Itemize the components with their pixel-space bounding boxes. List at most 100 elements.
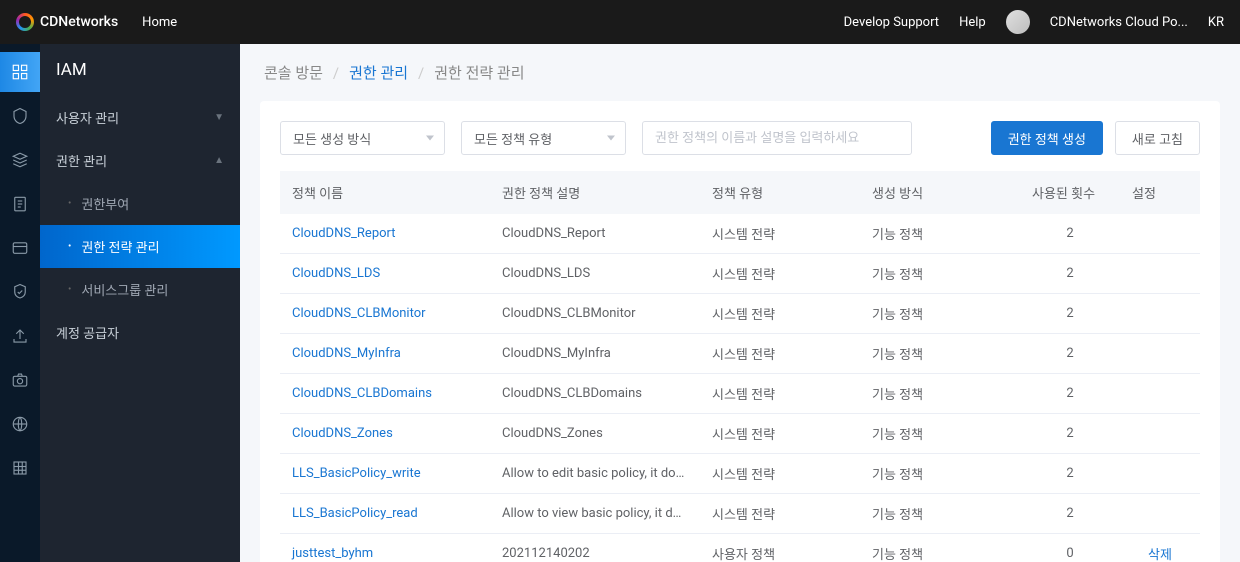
policy-name-link[interactable]: CloudDNS_LDS — [280, 254, 490, 294]
policy-creation: 기능 정책 — [860, 414, 1020, 454]
search-input[interactable] — [642, 121, 912, 155]
top-header: CDNetworks Home Develop Support Help CDN… — [0, 0, 1240, 44]
rail-card-icon[interactable] — [0, 228, 40, 268]
policy-creation: 기능 정책 — [860, 374, 1020, 414]
brand-logo[interactable]: CDNetworks — [16, 13, 118, 31]
creation-filter-value: 모든 생성 방식 — [293, 129, 371, 148]
policy-name-link[interactable]: justtest_byhm — [280, 534, 490, 562]
policy-name-link[interactable]: CloudDNS_Zones — [280, 414, 490, 454]
policy-creation: 기능 정책 — [860, 294, 1020, 334]
policy-name-link[interactable]: CloudDNS_CLBMonitor — [280, 294, 490, 334]
rail-dashboard-icon[interactable] — [0, 52, 40, 92]
user-label[interactable]: CDNetworks Cloud Po... — [1050, 15, 1188, 30]
policy-desc: CloudDNS_MyInfra — [490, 334, 700, 374]
policy-count: 2 — [1020, 494, 1120, 534]
policy-desc: CloudDNS_Report — [490, 214, 700, 254]
policy-action — [1120, 494, 1200, 534]
rail-camera-icon[interactable] — [0, 360, 40, 400]
policy-desc: Allow to edit basic policy, it doesn'... — [490, 454, 700, 494]
create-policy-button[interactable]: 권한 정책 생성 — [991, 121, 1103, 155]
sidebar-user-mgmt[interactable]: 사용자 관리 ▼ — [40, 96, 240, 139]
sidebar-account-provider[interactable]: 계정 공급자 — [40, 311, 240, 354]
policy-action — [1120, 254, 1200, 294]
table-row: CloudDNS_ZonesCloudDNS_Zones시스템 전략기능 정책2 — [280, 414, 1200, 454]
policy-type: 사용자 정책 — [700, 534, 860, 562]
th-action: 설정 — [1120, 171, 1200, 214]
chevron-down-icon: ▼ — [214, 112, 224, 123]
creation-filter-select[interactable]: 모든 생성 방식 — [280, 121, 445, 155]
policy-count: 0 — [1020, 534, 1120, 562]
policy-count: 2 — [1020, 214, 1120, 254]
policy-type: 시스템 전략 — [700, 454, 860, 494]
policy-creation: 기능 정책 — [860, 454, 1020, 494]
policy-count: 2 — [1020, 294, 1120, 334]
policy-desc: Allow to view basic policy, it does... — [490, 494, 700, 534]
avatar[interactable] — [1006, 10, 1030, 34]
sidebar-title: IAM — [40, 60, 240, 96]
sidebar-account-provider-label: 계정 공급자 — [56, 323, 119, 342]
breadcrumb-perm[interactable]: 권한 관리 — [349, 62, 408, 83]
table-row: CloudDNS_CLBMonitorCloudDNS_CLBMonitor시스… — [280, 294, 1200, 334]
help-link[interactable]: Help — [959, 15, 986, 30]
sidebar-perm-mgmt[interactable]: 권한 관리 ▲ — [40, 139, 240, 182]
policy-name-link[interactable]: CloudDNS_MyInfra — [280, 334, 490, 374]
policy-type: 시스템 전략 — [700, 294, 860, 334]
breadcrumb-policy: 권한 전략 관리 — [434, 62, 524, 83]
rail-globe-icon[interactable] — [0, 404, 40, 444]
rail-upload-icon[interactable] — [0, 316, 40, 356]
type-filter-select[interactable]: 모든 정책 유형 — [461, 121, 626, 155]
policy-creation: 기능 정책 — [860, 254, 1020, 294]
th-desc: 권한 정책 설명 — [490, 171, 700, 214]
policy-type: 시스템 전략 — [700, 414, 860, 454]
policy-action[interactable]: 삭제 — [1120, 534, 1200, 562]
brand-text: CDNetworks — [40, 14, 118, 30]
policy-type: 시스템 전략 — [700, 374, 860, 414]
policy-creation: 기능 정책 — [860, 214, 1020, 254]
breadcrumb-sep: / — [333, 64, 339, 82]
policy-desc: CloudDNS_LDS — [490, 254, 700, 294]
chevron-up-icon: ▲ — [214, 155, 224, 166]
toolbar: 모든 생성 방식 모든 정책 유형 권한 정책 생성 새로 고침 — [280, 121, 1200, 155]
policy-count: 2 — [1020, 454, 1120, 494]
rail-shield-icon[interactable] — [0, 96, 40, 136]
th-count: 사용된 횟수 — [1020, 171, 1120, 214]
sidebar: IAM 사용자 관리 ▼ 권한 관리 ▲ 권한부여 권한 전략 관리 서비스그룹… — [40, 44, 240, 562]
home-link[interactable]: Home — [142, 15, 177, 30]
develop-support-link[interactable]: Develop Support — [844, 15, 939, 30]
table-row: justtest_byhm202112140202사용자 정책기능 정책0삭제 — [280, 534, 1200, 562]
policy-desc: CloudDNS_CLBDomains — [490, 374, 700, 414]
rail-security-icon[interactable] — [0, 272, 40, 312]
policy-action — [1120, 334, 1200, 374]
lang-selector[interactable]: KR — [1208, 15, 1224, 30]
rail-stack-icon[interactable] — [0, 140, 40, 180]
logo-icon — [16, 13, 34, 31]
policy-name-link[interactable]: CloudDNS_Report — [280, 214, 490, 254]
sidebar-service-group[interactable]: 서비스그룹 관리 — [40, 268, 240, 311]
policy-count: 2 — [1020, 414, 1120, 454]
content: 콘솔 방문 / 권한 관리 / 권한 전략 관리 모든 생성 방식 모든 정책 … — [240, 44, 1240, 562]
breadcrumb-visit[interactable]: 콘솔 방문 — [264, 62, 323, 83]
sidebar-grant[interactable]: 권한부여 — [40, 182, 240, 225]
header-right: Develop Support Help CDNetworks Cloud Po… — [844, 10, 1224, 34]
policy-name-link[interactable]: LLS_BasicPolicy_read — [280, 494, 490, 534]
sidebar-policy-mgmt[interactable]: 권한 전략 관리 — [40, 225, 240, 268]
icon-rail — [0, 44, 40, 562]
refresh-button[interactable]: 새로 고침 — [1115, 121, 1200, 155]
breadcrumb: 콘솔 방문 / 권한 관리 / 권한 전략 관리 — [240, 44, 1240, 101]
policy-desc: 202112140202 — [490, 534, 700, 562]
table-row: CloudDNS_CLBDomainsCloudDNS_CLBDomains시스… — [280, 374, 1200, 414]
policy-type: 시스템 전략 — [700, 214, 860, 254]
table-row: LLS_BasicPolicy_readAllow to view basic … — [280, 494, 1200, 534]
policy-desc: CloudDNS_CLBMonitor — [490, 294, 700, 334]
policy-action — [1120, 294, 1200, 334]
rail-document-icon[interactable] — [0, 184, 40, 224]
policy-name-link[interactable]: CloudDNS_CLBDomains — [280, 374, 490, 414]
rail-grid-icon[interactable] — [0, 448, 40, 488]
policy-creation: 기능 정책 — [860, 534, 1020, 562]
policy-creation: 기능 정책 — [860, 494, 1020, 534]
policy-desc: CloudDNS_Zones — [490, 414, 700, 454]
th-name: 정책 이름 — [280, 171, 490, 214]
th-creation: 생성 방식 — [860, 171, 1020, 214]
sidebar-perm-mgmt-label: 권한 관리 — [56, 151, 107, 170]
policy-name-link[interactable]: LLS_BasicPolicy_write — [280, 454, 490, 494]
